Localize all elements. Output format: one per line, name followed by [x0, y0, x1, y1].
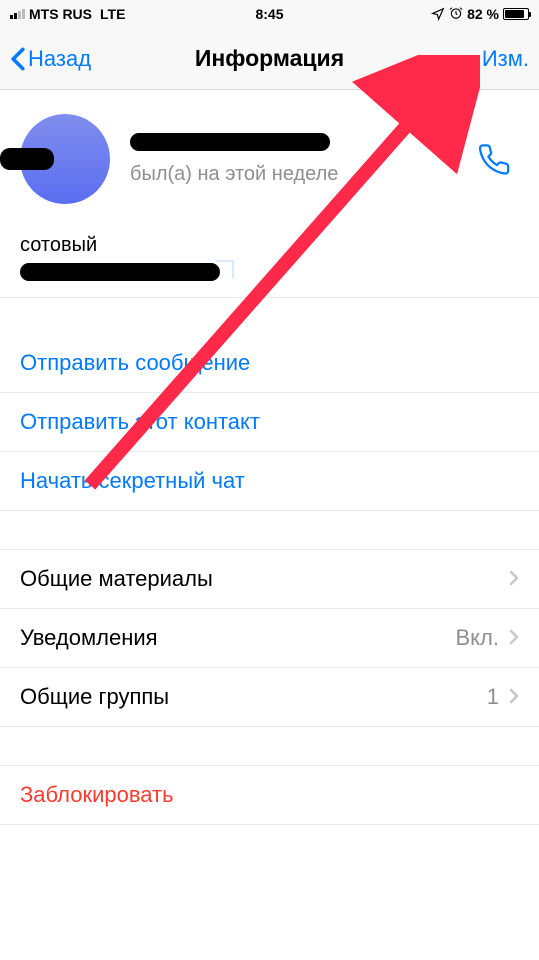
settings-group: Общие материалы Уведомления Вкл. Общие г…	[0, 549, 539, 727]
phone-section[interactable]: сотовый	[0, 234, 539, 298]
actions-group: Отправить сообщение Отправить этот конта…	[0, 334, 539, 511]
edit-button[interactable]: Изм.	[482, 46, 529, 72]
nav-bar: Назад Информация Изм.	[0, 28, 539, 90]
contact-name-redacted	[130, 133, 330, 151]
chevron-right-icon	[509, 566, 519, 592]
profile-section: был(а) на этой неделе	[0, 90, 539, 234]
notifications-value: Вкл.	[456, 625, 500, 651]
chevron-right-icon	[509, 684, 519, 710]
last-seen-label: был(а) на этой неделе	[130, 163, 519, 186]
share-contact-button[interactable]: Отправить этот контакт	[0, 392, 539, 451]
common-groups-row[interactable]: Общие группы 1	[0, 667, 539, 726]
common-groups-label: Общие группы	[20, 684, 487, 710]
carrier-label: MTS RUS	[29, 6, 92, 22]
battery-pct-label: 82 %	[467, 6, 499, 22]
phone-icon	[477, 143, 511, 177]
status-right: 82 %	[431, 6, 529, 23]
signal-icon	[10, 9, 25, 19]
phone-number-redacted	[20, 263, 220, 281]
common-groups-value: 1	[487, 684, 499, 710]
call-button[interactable]	[477, 143, 511, 182]
shared-media-row[interactable]: Общие материалы	[0, 550, 539, 608]
block-user-button[interactable]: Заблокировать	[0, 766, 539, 824]
block-group: Заблокировать	[0, 765, 539, 825]
shared-media-label: Общие материалы	[20, 566, 509, 592]
notifications-label: Уведомления	[20, 625, 456, 651]
status-left: MTS RUS LTE	[10, 6, 125, 22]
location-icon	[431, 7, 445, 21]
page-title: Информация	[195, 45, 344, 72]
secret-chat-button[interactable]: Начать секретный чат	[0, 451, 539, 510]
alarm-icon	[449, 6, 463, 23]
back-button[interactable]: Назад	[10, 46, 91, 72]
chevron-right-icon	[509, 625, 519, 651]
back-label: Назад	[28, 46, 91, 72]
send-message-button[interactable]: Отправить сообщение	[0, 334, 539, 392]
profile-info: был(а) на этой неделе	[130, 133, 519, 186]
network-label: LTE	[100, 6, 125, 22]
status-bar: MTS RUS LTE 8:45 82 %	[0, 0, 539, 28]
avatar[interactable]	[20, 114, 110, 204]
phone-type-label: сотовый	[20, 234, 519, 257]
status-time: 8:45	[255, 6, 283, 22]
battery-icon	[503, 8, 529, 20]
notifications-row[interactable]: Уведомления Вкл.	[0, 608, 539, 667]
chevron-left-icon	[10, 47, 26, 71]
